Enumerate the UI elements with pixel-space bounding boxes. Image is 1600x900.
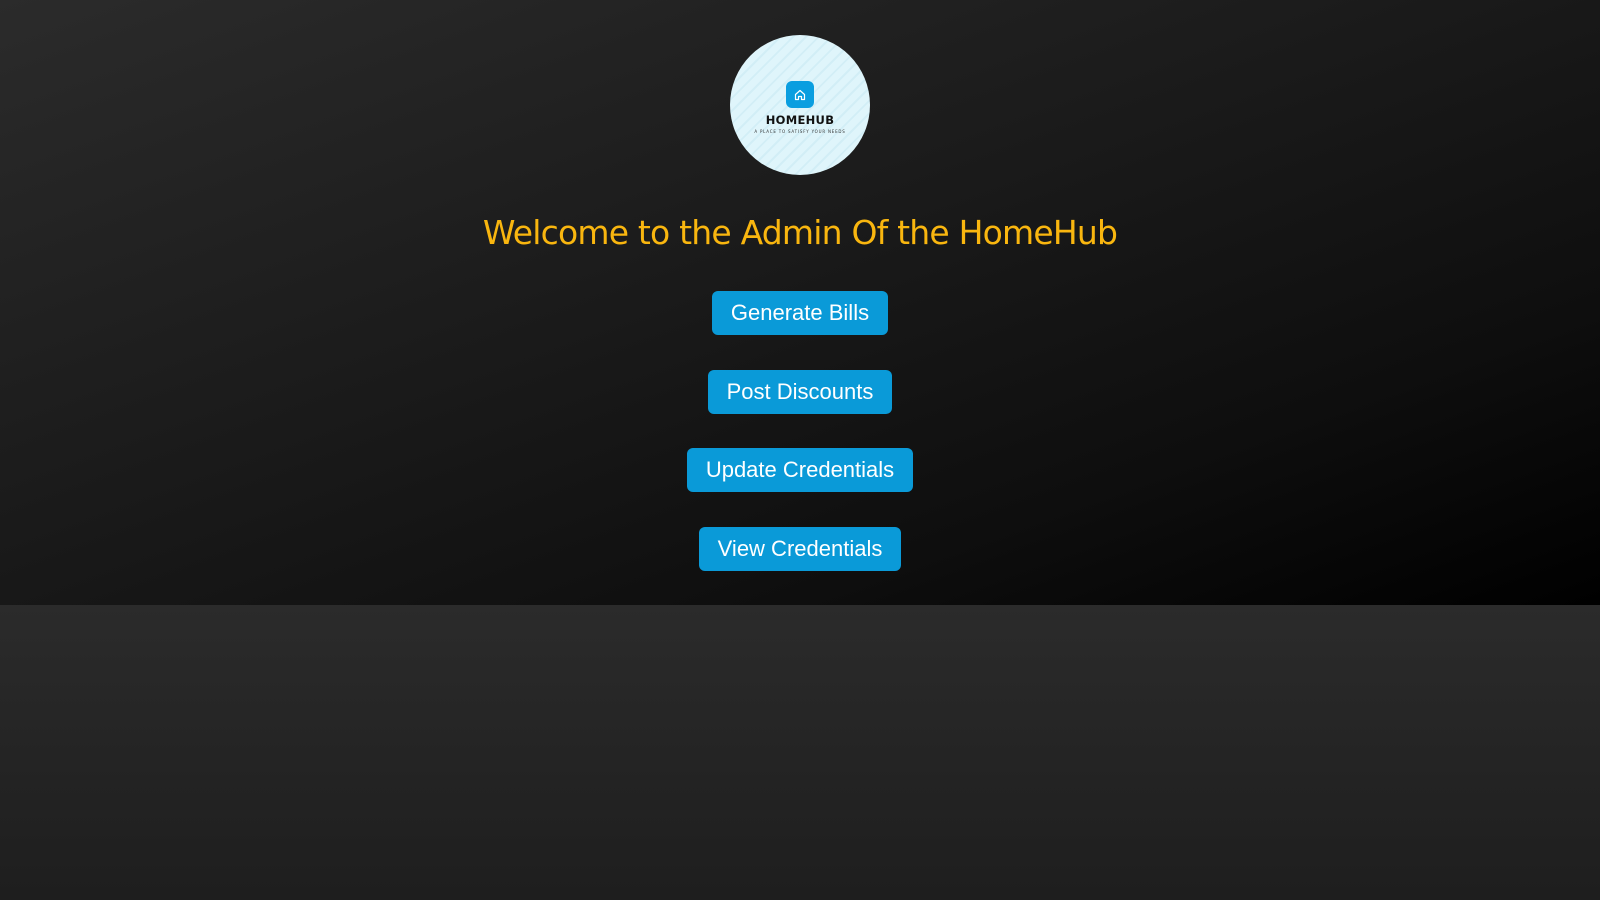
generate-bills-button[interactable]: Generate Bills: [712, 291, 888, 335]
admin-hero-section: HOMEHUB A PLACE TO SATISFY YOUR NEEDS We…: [0, 0, 1600, 605]
logo-name: HOMEHUB: [765, 113, 835, 127]
post-discounts-button[interactable]: Post Discounts: [708, 370, 892, 414]
update-credentials-button[interactable]: Update Credentials: [687, 448, 913, 492]
view-credentials-button[interactable]: View Credentials: [699, 527, 901, 571]
home-icon: [794, 89, 806, 100]
logo-badge: [786, 81, 814, 108]
welcome-heading: Welcome to the Admin Of the HomeHub: [482, 213, 1118, 252]
page-background-lower: [0, 605, 1600, 900]
logo-tagline: A PLACE TO SATISFY YOUR NEEDS: [754, 129, 846, 134]
homehub-logo: HOMEHUB A PLACE TO SATISFY YOUR NEEDS: [730, 35, 870, 175]
